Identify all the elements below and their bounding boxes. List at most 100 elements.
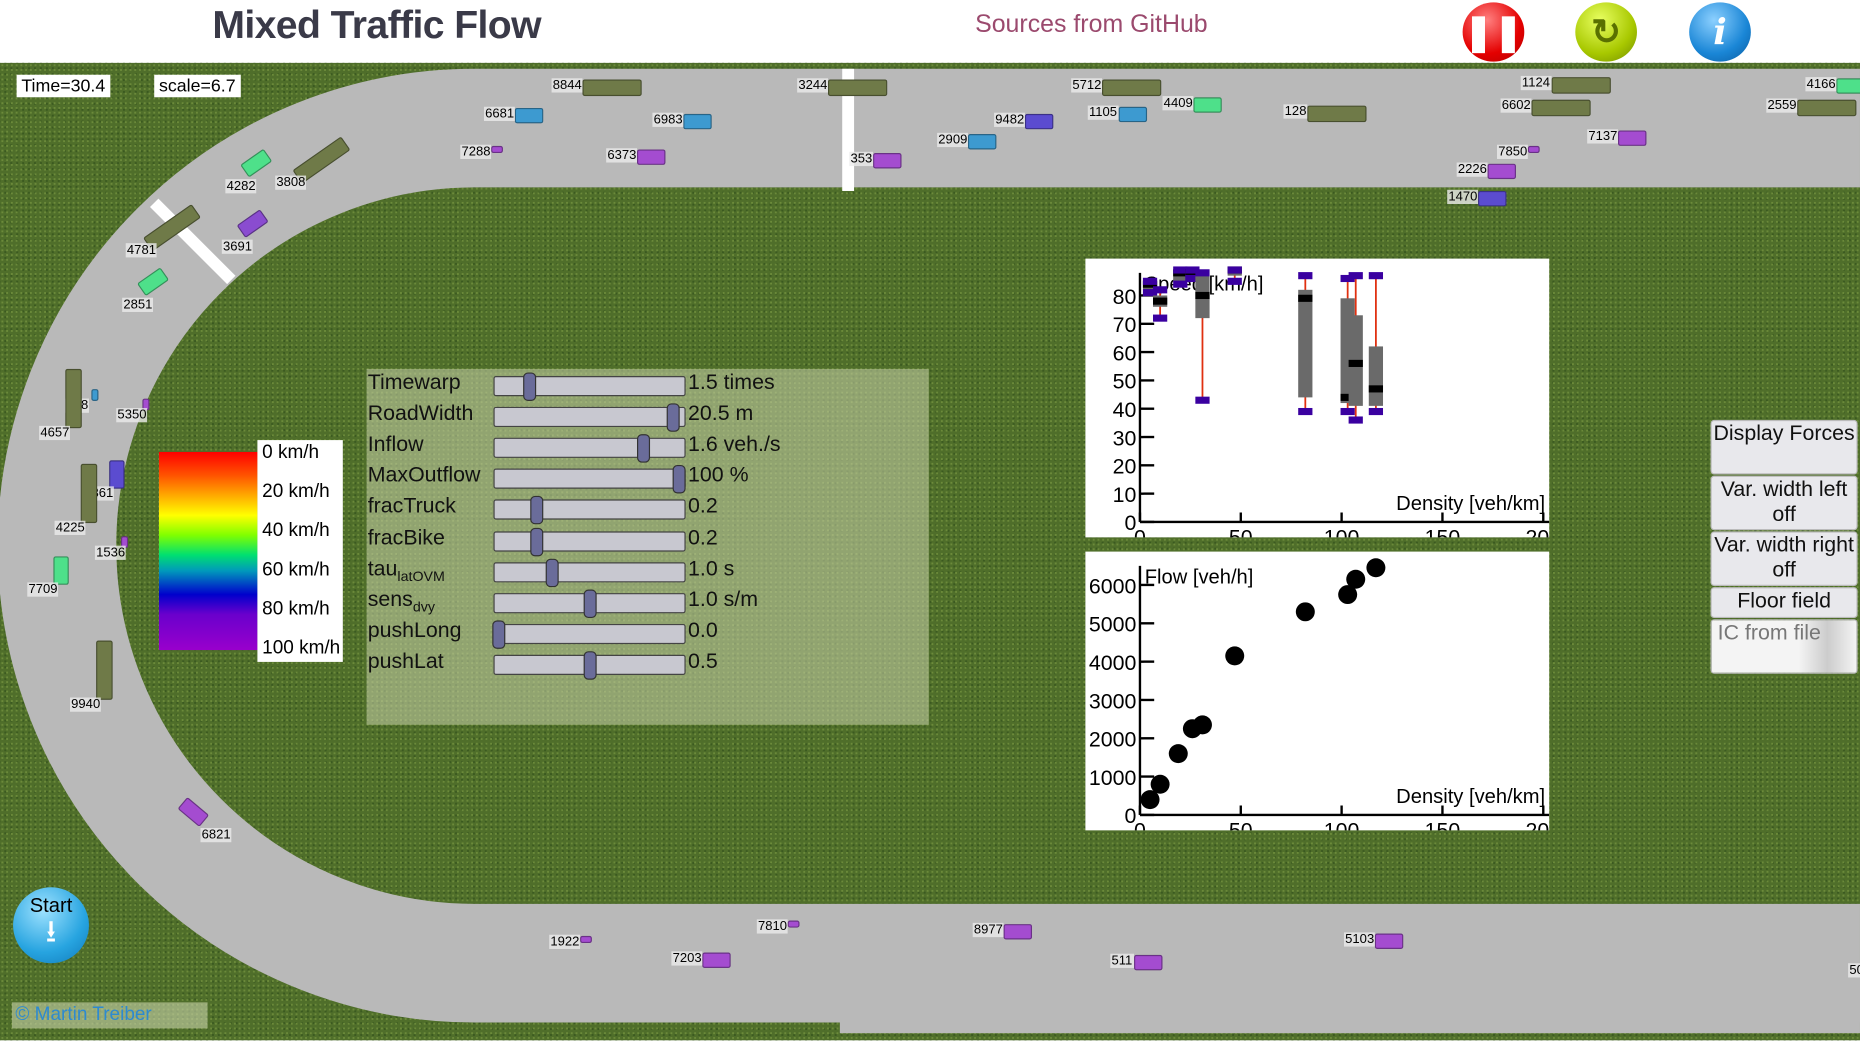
slider-thumb[interactable] [636,434,650,463]
var-width-left-button[interactable]: Var. width left off [1710,475,1858,531]
simulation-canvas[interactable]: Time=30.4 scale=6.7 8844 6681 6983 7288 6373… [0,62,1860,1041]
control-pushlat-row: pushLat 0.5 [367,649,925,680]
display-forces-button[interactable]: Display Forces [1710,419,1858,475]
vehicle-id-label: 128 [1283,104,1308,119]
vehicle-truck [1101,79,1162,97]
control-sens-row: sensdvy 1.0 s/m [367,587,925,618]
ic-from-file-button[interactable]: IC from file [1710,619,1858,674]
fractruck-slider[interactable] [493,496,686,525]
slider-thumb[interactable] [667,403,681,432]
slider-thumb[interactable] [530,527,544,556]
x-tick-label: 50 [1229,818,1253,830]
control-label: Timewarp [367,370,461,394]
vehicle-id-label: 1105 [1087,105,1119,120]
vehicle-bike [787,920,800,928]
max-mark [1368,272,1384,280]
vehicle-car [1374,933,1404,949]
slider-thumb[interactable] [492,620,506,649]
vehicle-id-label: 2851 [122,297,154,312]
maxoutflow-slider[interactable] [493,465,686,494]
y-tick-label: 80 [1113,285,1137,309]
control-value: 100 % [688,462,749,487]
vehicle-id-label: 50 [1848,963,1860,978]
control-label: MaxOutflow [367,462,481,487]
vehicle-id-label: 8977 [972,922,1005,938]
roadwidth-slider[interactable] [493,403,686,432]
vehicle-id-label: 7288 [460,144,492,159]
y-tick-label: 0 [1125,511,1137,535]
slider-thumb[interactable] [672,465,686,494]
sens-slider[interactable] [493,589,686,618]
vehicle-car [1618,130,1647,146]
vehicle-id-label: 7850 [1497,144,1529,159]
slider-thumb[interactable] [522,372,536,401]
x-tick-label: 50 [1229,525,1253,537]
vehicle-car [514,107,544,124]
vehicle-truck [65,368,82,429]
vehicle-truck [1307,105,1367,123]
pause-button[interactable]: ❚❚ [1462,2,1525,62]
start-button[interactable]: Start ⭳ [13,887,89,964]
pushlong-slider[interactable] [492,620,686,649]
box [1298,289,1313,398]
data-point [1192,715,1212,735]
vehicle-id-label: 2909 [937,132,969,148]
x-tick-label: 200 [1525,525,1549,537]
tau-slider[interactable] [493,558,686,587]
floor-field-button[interactable]: Floor field [1710,587,1858,619]
control-label: sensdvy [367,586,436,615]
data-point [1225,646,1245,666]
slider-thumb[interactable] [530,496,544,525]
vehicle-id-label: 4409 [1162,96,1194,111]
vehicle-id-label: 4781 [125,243,158,258]
y-tick-label: 5000 [1089,613,1137,637]
copyright: © Martin Treiber [11,1002,208,1029]
vehicle-car [967,134,997,150]
max-mark [1153,286,1168,294]
control-label: pushLong [367,617,462,642]
min-mark [1368,407,1384,416]
vehicle-id-label: 5712 [1071,78,1103,93]
control-timewarp-row: Timewarp 1.5 times [367,370,925,401]
info-button[interactable]: i [1689,2,1751,62]
min-mark [1348,416,1363,424]
vehicle-id-label: 3244 [797,78,829,93]
slider-thumb[interactable] [583,651,597,680]
vehicle-id-label: 6373 [606,148,638,163]
vehicle-id-label: 1124 [1520,75,1552,91]
median-mark [1368,385,1384,393]
vehicle-id-label: 5103 [1343,932,1376,947]
vehicle-car [53,556,69,585]
var-width-right-button[interactable]: Var. width right off [1710,531,1858,586]
timewarp-slider[interactable] [493,372,686,401]
min-mark [1173,280,1188,288]
y-tick-label: 0 [1125,804,1137,828]
min-mark [1153,314,1168,322]
pushlat-slider[interactable] [493,651,686,680]
github-link[interactable]: Sources from GitHub [975,11,1208,39]
slider-thumb[interactable] [545,558,559,587]
vehicle-id-label: 2226 [1456,162,1489,177]
control-roadwidth-row: RoadWidth 20.5 m [367,401,925,432]
inflow-slider[interactable] [493,434,686,463]
y-tick-label: 20 [1113,455,1137,479]
page-title: Mixed Traffic Flow [212,2,541,47]
fracbike-slider[interactable] [493,527,686,556]
y-tick-label: 40 [1113,398,1137,422]
reload-button[interactable]: ↻ [1575,2,1637,62]
vehicle-car [1118,106,1148,123]
slider-thumb[interactable] [583,589,597,618]
speed-density-chart: 05010015020001020304050607080Speed [km/h… [1085,258,1550,538]
vehicle-car [1478,190,1507,207]
header: Mixed Traffic Flow Sources from GitHub ❚… [0,0,1860,63]
vehicle-id-label: 4166 [1805,77,1837,92]
vehicle-car [1024,113,1054,130]
data-point [1295,602,1315,622]
control-label: Inflow [367,432,424,456]
app: Mixed Traffic Flow Sources from GitHub ❚… [0,0,1860,1041]
x-axis-label: Density [veh/km] [1396,493,1545,515]
vehicle-bike [491,145,503,154]
vehicle-car [1487,163,1516,180]
data-point [1150,774,1170,794]
vehicle-id-label: 3691 [221,239,254,254]
